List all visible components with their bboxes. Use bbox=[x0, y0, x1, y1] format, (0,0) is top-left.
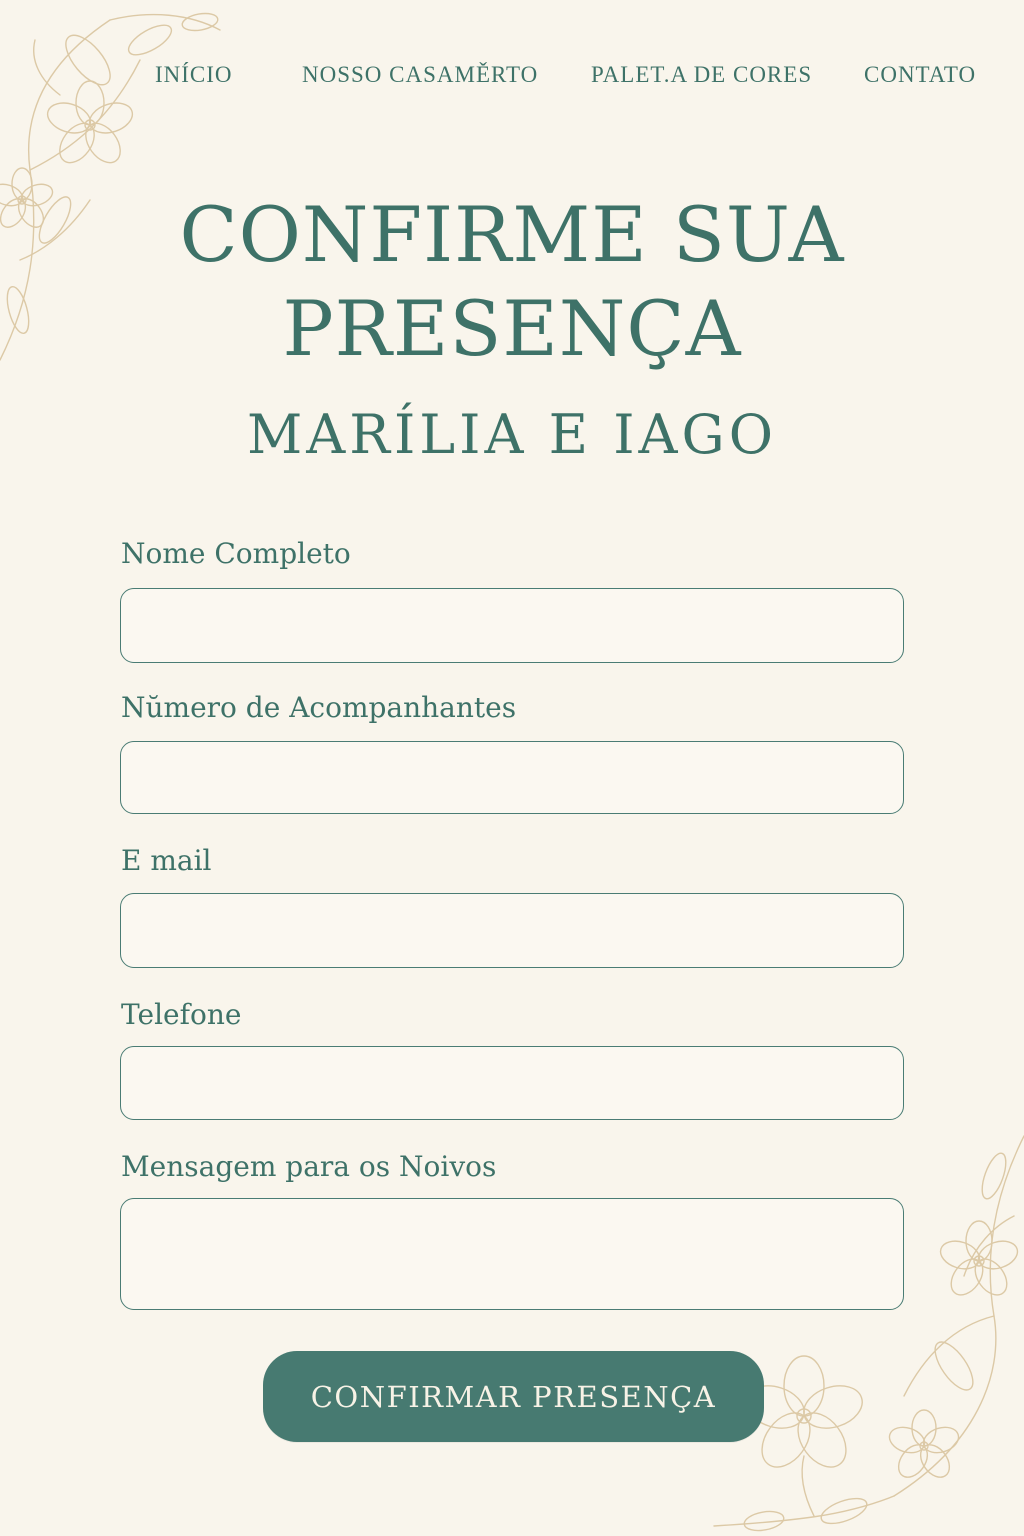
confirm-presence-button[interactable]: CONFIRMAR PRESENÇA bbox=[263, 1351, 764, 1442]
page-title-line-1: CONFIRME SUA bbox=[179, 190, 845, 279]
couple-names: MARÍLIA E IAGO bbox=[247, 403, 777, 466]
page-title-line-2: PRESENÇA bbox=[282, 284, 742, 373]
main-nav: INÍCIO NOSSO CASAMĚRTO PALET.A DE CORES … bbox=[0, 62, 1024, 98]
companions-label: Nŭmero de Acompanhantes bbox=[121, 691, 517, 724]
nav-link-paleta-de-cores[interactable]: PALET.A DE CORES bbox=[591, 62, 812, 88]
nav-link-contato[interactable]: CONTATO bbox=[864, 62, 976, 88]
message-field[interactable] bbox=[120, 1198, 904, 1310]
email-label: E mail bbox=[121, 844, 212, 877]
email-field[interactable] bbox=[120, 893, 904, 968]
companions-field[interactable] bbox=[120, 741, 904, 814]
message-label: Mensagem para os Noivos bbox=[121, 1150, 497, 1183]
phone-label: Telefone bbox=[121, 998, 242, 1031]
full-name-field[interactable] bbox=[120, 588, 904, 663]
floral-ornament-icon bbox=[713, 1135, 1024, 1532]
nav-link-inicio[interactable]: INÍCIO bbox=[155, 62, 233, 88]
full-name-label: Nome Completo bbox=[121, 537, 351, 570]
phone-field[interactable] bbox=[120, 1046, 904, 1120]
page-title: CONFIRME SUA PRESENÇA bbox=[112, 188, 912, 376]
nav-link-nosso-casamento[interactable]: NOSSO CASAMĚRTO bbox=[302, 62, 538, 88]
